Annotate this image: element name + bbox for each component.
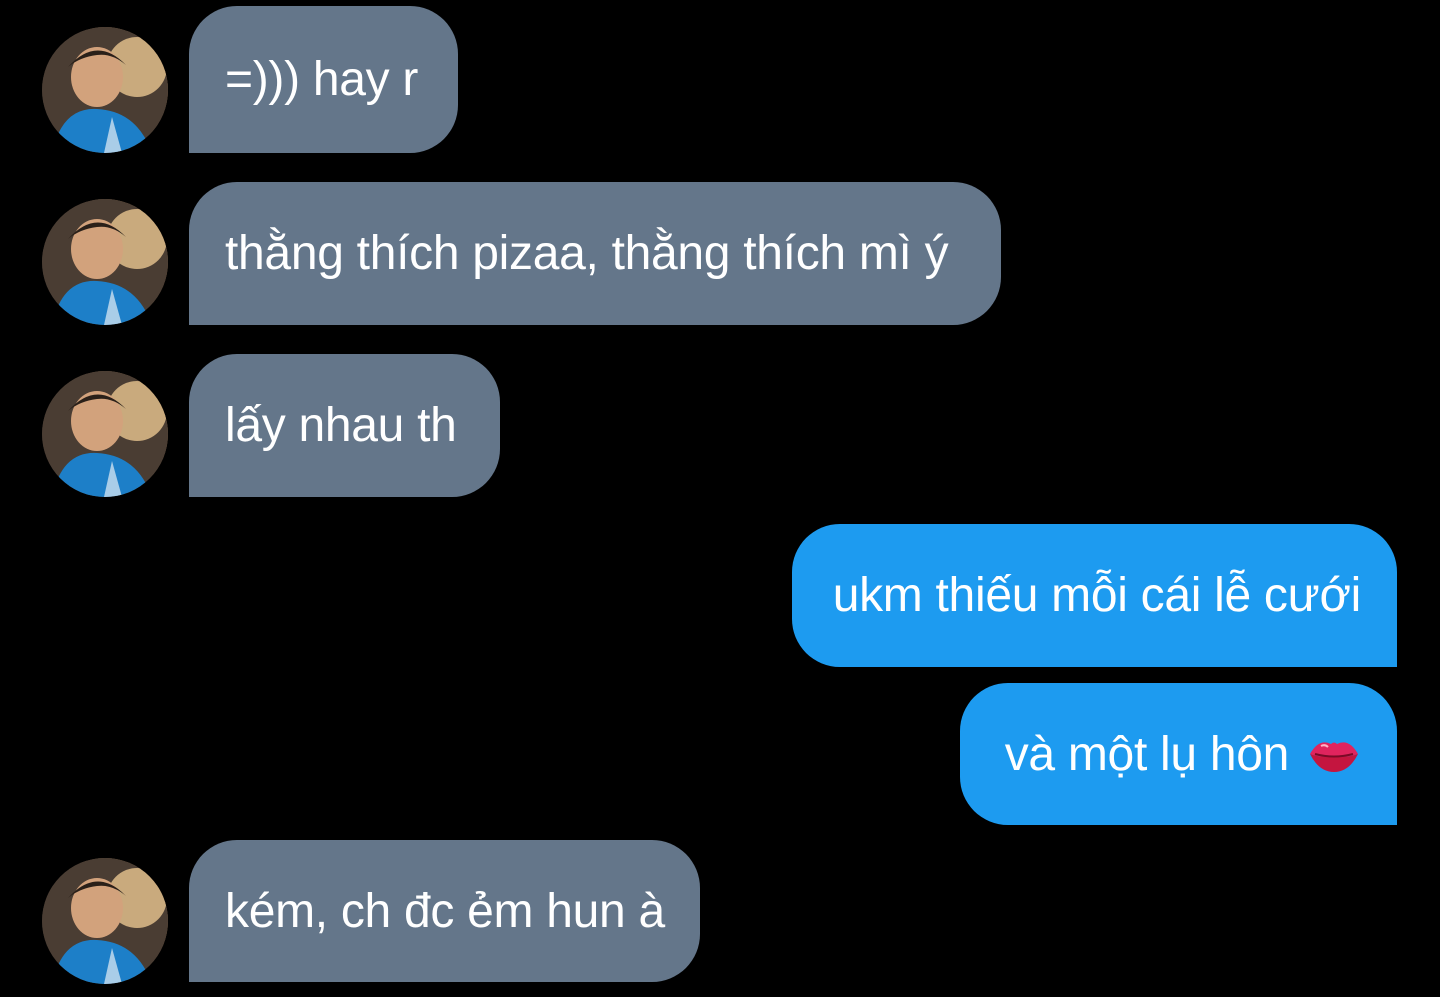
message-text: ukm thiếu mỗi cái lễ cưới xyxy=(832,569,1362,622)
contact-avatar[interactable] xyxy=(42,199,168,325)
kiss-mark-emoji-icon xyxy=(1307,732,1361,776)
message-bubble-incoming[interactable]: thằng thích pizaa, thằng thích mì ý xyxy=(189,182,1001,325)
message-text: =))) hay r xyxy=(225,53,419,106)
message-text: lấy nhau th xyxy=(225,399,457,452)
contact-avatar[interactable] xyxy=(42,858,168,984)
message-text: kém, ch đc ẻm hun à xyxy=(225,884,665,938)
chat-thread: =))) hay r thằng thích pizaa, thằng thíc… xyxy=(0,0,1440,997)
message-bubble-incoming[interactable]: kém, ch đc ẻm hun à xyxy=(189,840,700,982)
message-text: thằng thích pizaa, thằng thích mì ý xyxy=(225,227,949,280)
contact-avatar[interactable] xyxy=(42,371,168,497)
message-bubble-incoming[interactable]: lấy nhau th xyxy=(189,354,500,497)
avatar-photo-icon xyxy=(42,27,168,153)
contact-avatar[interactable] xyxy=(42,27,168,153)
message-text: và một lụ hôn xyxy=(1004,727,1290,781)
message-bubble-outgoing[interactable]: và một lụ hôn xyxy=(960,683,1397,825)
message-bubble-incoming[interactable]: =))) hay r xyxy=(189,6,458,153)
avatar-photo-icon xyxy=(42,858,168,984)
avatar-photo-icon xyxy=(42,199,168,325)
avatar-photo-icon xyxy=(42,371,168,497)
message-bubble-outgoing[interactable]: ukm thiếu mỗi cái lễ cưới xyxy=(792,524,1397,667)
